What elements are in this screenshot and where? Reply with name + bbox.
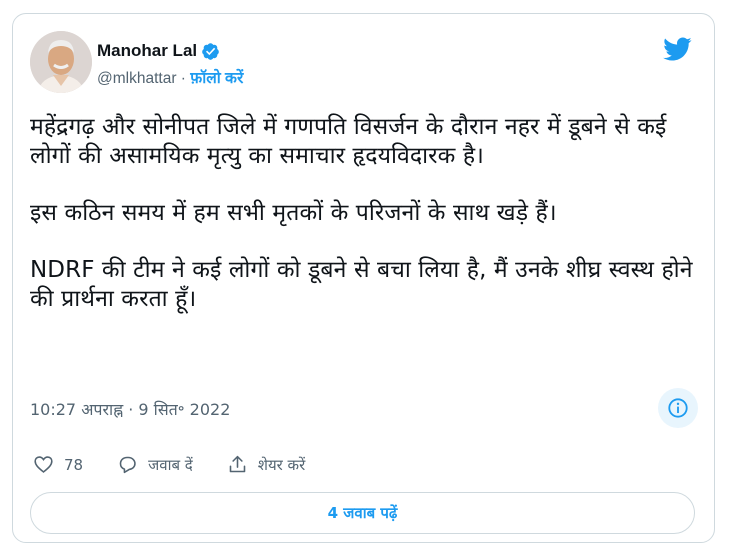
reply-button[interactable]: जवाब दें (117, 454, 193, 475)
share-label: शेयर करें (257, 455, 306, 474)
handle-row: @mlkhattar · फ़ॉलो करें (97, 66, 243, 88)
info-button[interactable] (658, 388, 698, 428)
tweet-timestamp[interactable]: 10:27 अपराह्न · 9 सित॰ 2022 (30, 398, 230, 420)
author-handle[interactable]: @mlkhattar (97, 70, 176, 87)
avatar-image (30, 31, 92, 93)
verified-badge-icon (202, 42, 219, 60)
author-name[interactable]: Manohar Lal (97, 41, 197, 61)
info-icon (668, 398, 688, 418)
comment-icon (119, 456, 136, 474)
like-count: 78 (64, 455, 84, 474)
twitter-bird-icon[interactable] (662, 34, 692, 64)
share-icon (229, 455, 246, 473)
heart-icon (34, 456, 53, 473)
share-button[interactable]: शेयर करें (227, 454, 305, 475)
tweet-paragraph: इस कठिन समय में हम सभी मृतकों के परिजनों… (30, 200, 557, 226)
reply-label: जवाब दें (148, 455, 193, 474)
like-button[interactable]: 78 (33, 454, 83, 475)
tweet-card: Manohar Lal @mlkhattar · फ़ॉलो करें महें… (12, 13, 715, 543)
avatar[interactable] (30, 31, 92, 93)
separator: · (176, 70, 191, 87)
author-name-row[interactable]: Manohar Lal (97, 41, 220, 61)
tweet-text: महेंद्रगढ़ और सोनीपत जिले में गणपति विसर… (30, 113, 695, 342)
action-bar: 78 जवाब दें शेयर करें (33, 454, 339, 475)
tweet-paragraph: NDRF की टीम ने कई लोगों को डूबने से बचा … (30, 257, 693, 312)
follow-button[interactable]: फ़ॉलो करें (190, 70, 243, 87)
tweet-paragraph: महेंद्रगढ़ और सोनीपत जिले में गणपति विसर… (30, 114, 667, 169)
read-replies-button[interactable]: 4 जवाब पढ़ें (30, 492, 695, 534)
